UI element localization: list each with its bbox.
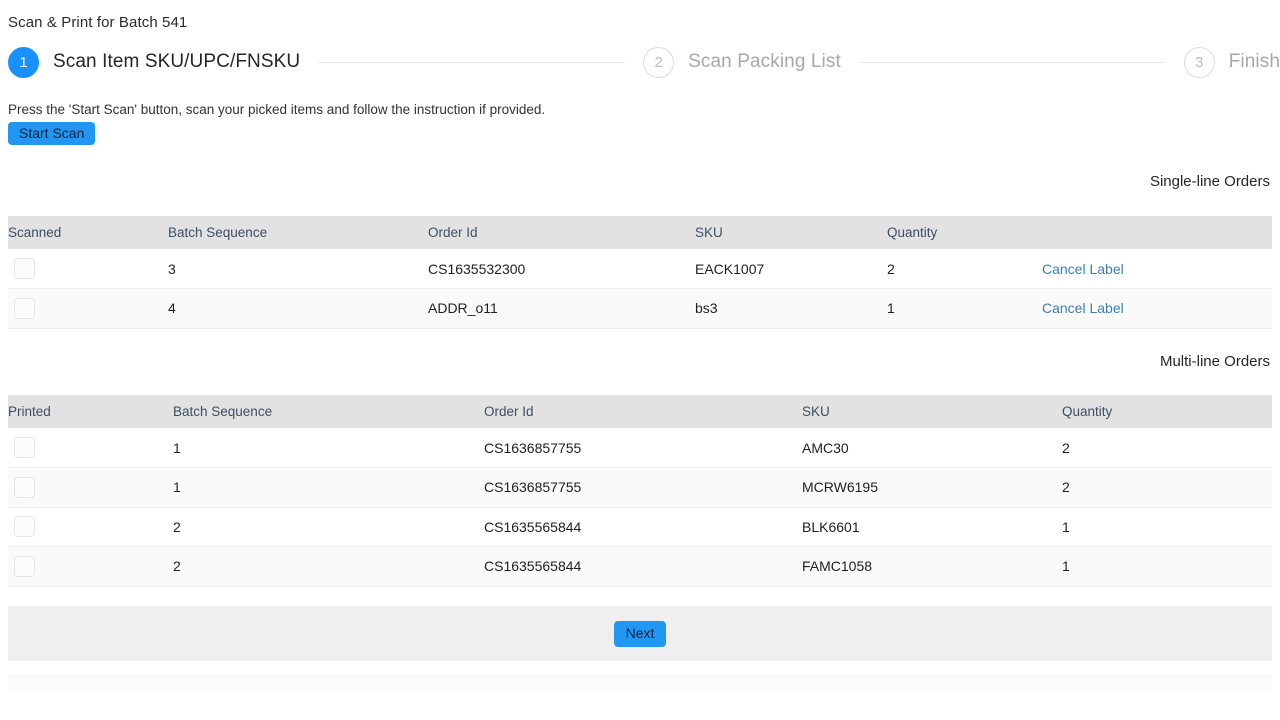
- table-header-row: Printed Batch Sequence Order Id SKU Quan…: [8, 395, 1272, 428]
- step-3-label: Finish: [1229, 51, 1280, 73]
- batch-sequence-cell: 2: [173, 547, 484, 587]
- action-cell: Cancel Label: [1042, 289, 1272, 329]
- action-cell: Cancel Label: [1042, 249, 1272, 289]
- quantity-cell: 1: [1062, 507, 1272, 547]
- column-header-quantity: Quantity: [1062, 395, 1272, 428]
- printed-checkbox[interactable]: [14, 437, 35, 458]
- table-row: 2 CS1635565844 FAMC1058 1: [8, 547, 1272, 587]
- order-id-cell: CS1636857755: [484, 428, 802, 468]
- column-header-order-id: Order Id: [428, 216, 695, 249]
- column-header-sku: SKU: [695, 216, 887, 249]
- scanned-checkbox[interactable]: [14, 298, 35, 319]
- sku-cell: BLK6601: [802, 507, 1062, 547]
- column-header-batch-sequence: Batch Sequence: [168, 216, 428, 249]
- printed-cell: [8, 428, 173, 468]
- multi-line-orders-table: Printed Batch Sequence Order Id SKU Quan…: [8, 395, 1272, 587]
- step-3[interactable]: 3 Finish: [1184, 47, 1280, 78]
- order-id-cell: ADDR_o11: [428, 289, 695, 329]
- column-header-actions: [1042, 216, 1272, 249]
- column-header-sku: SKU: [802, 395, 1062, 428]
- sku-cell: FAMC1058: [802, 547, 1062, 587]
- cancel-label-link[interactable]: Cancel Label: [1042, 300, 1124, 316]
- table-row: 1 CS1636857755 MCRW6195 2: [8, 468, 1272, 508]
- cancel-label-link[interactable]: Cancel Label: [1042, 261, 1124, 277]
- footer-action-bar: Next: [8, 606, 1272, 661]
- progress-stepper: 1 Scan Item SKU/UPC/FNSKU 2 Scan Packing…: [8, 45, 1280, 79]
- step-1-number: 1: [8, 47, 39, 78]
- footer-strip: [8, 674, 1272, 692]
- single-line-orders-table: Scanned Batch Sequence Order Id SKU Quan…: [8, 216, 1272, 329]
- step-connector-1: [318, 62, 625, 63]
- printed-checkbox[interactable]: [14, 516, 35, 537]
- printed-cell: [8, 507, 173, 547]
- start-scan-button[interactable]: Start Scan: [8, 122, 95, 145]
- column-header-scanned: Scanned: [8, 216, 168, 249]
- column-header-quantity: Quantity: [887, 216, 1042, 249]
- instruction-text: Press the 'Start Scan' button, scan your…: [8, 102, 545, 117]
- batch-sequence-cell: 4: [168, 289, 428, 329]
- single-line-orders-caption: Single-line Orders: [1150, 173, 1270, 190]
- step-2-label: Scan Packing List: [688, 51, 841, 73]
- table-row: 3 CS1635532300 EACK1007 2 Cancel Label: [8, 249, 1272, 289]
- single-line-table-header: Scanned Batch Sequence Order Id SKU Quan…: [8, 216, 1272, 249]
- batch-sequence-cell: 1: [173, 428, 484, 468]
- table-row: 2 CS1635565844 BLK6601 1: [8, 507, 1272, 547]
- table-row: 1 CS1636857755 AMC30 2: [8, 428, 1272, 468]
- sku-cell: MCRW6195: [802, 468, 1062, 508]
- quantity-cell: 2: [1062, 468, 1272, 508]
- multi-line-table-body: 1 CS1636857755 AMC30 2 1 CS1636857755 MC…: [8, 428, 1272, 586]
- column-header-printed: Printed: [8, 395, 173, 428]
- printed-cell: [8, 468, 173, 508]
- step-connector-2: [859, 62, 1166, 63]
- sku-cell: EACK1007: [695, 249, 887, 289]
- order-id-cell: CS1635532300: [428, 249, 695, 289]
- next-button[interactable]: Next: [614, 621, 667, 647]
- batch-sequence-cell: 3: [168, 249, 428, 289]
- table-row: 4 ADDR_o11 bs3 1 Cancel Label: [8, 289, 1272, 329]
- multi-line-table-header: Printed Batch Sequence Order Id SKU Quan…: [8, 395, 1272, 428]
- quantity-cell: 2: [1062, 428, 1272, 468]
- printed-cell: [8, 547, 173, 587]
- printed-checkbox[interactable]: [14, 556, 35, 577]
- page-title: Scan & Print for Batch 541: [8, 14, 187, 31]
- quantity-cell: 2: [887, 249, 1042, 289]
- quantity-cell: 1: [887, 289, 1042, 329]
- order-id-cell: CS1635565844: [484, 547, 802, 587]
- table-header-row: Scanned Batch Sequence Order Id SKU Quan…: [8, 216, 1272, 249]
- batch-sequence-cell: 2: [173, 507, 484, 547]
- scanned-checkbox[interactable]: [14, 258, 35, 279]
- column-header-order-id: Order Id: [484, 395, 802, 428]
- step-1[interactable]: 1 Scan Item SKU/UPC/FNSKU: [8, 47, 300, 78]
- printed-checkbox[interactable]: [14, 477, 35, 498]
- multi-line-orders-caption: Multi-line Orders: [1160, 353, 1270, 370]
- sku-cell: AMC30: [802, 428, 1062, 468]
- sku-cell: bs3: [695, 289, 887, 329]
- step-2-number: 2: [643, 47, 674, 78]
- scanned-cell: [8, 289, 168, 329]
- batch-sequence-cell: 1: [173, 468, 484, 508]
- column-header-batch-sequence: Batch Sequence: [173, 395, 484, 428]
- order-id-cell: CS1635565844: [484, 507, 802, 547]
- order-id-cell: CS1636857755: [484, 468, 802, 508]
- single-line-table-body: 3 CS1635532300 EACK1007 2 Cancel Label 4…: [8, 249, 1272, 328]
- step-3-number: 3: [1184, 47, 1215, 78]
- quantity-cell: 1: [1062, 547, 1272, 587]
- step-1-label: Scan Item SKU/UPC/FNSKU: [53, 51, 300, 73]
- step-2[interactable]: 2 Scan Packing List: [643, 47, 841, 78]
- scan-print-page: Scan & Print for Batch 541 1 Scan Item S…: [0, 0, 1280, 720]
- scanned-cell: [8, 249, 168, 289]
